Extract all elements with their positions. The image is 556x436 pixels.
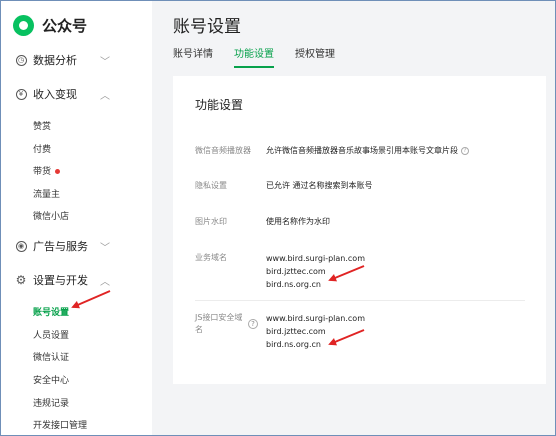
menu-group-income[interactable]: ¥ 收入变现 ︿ [0,82,152,106]
domain-item: www.bird.surgi-plan.com [266,314,365,323]
gear-icon: ⚙ [15,273,27,287]
setting-value-text: 允许微信音频播放器音乐故事场景引用本账号文章片段 [266,146,458,155]
menu-group-settings[interactable]: ⚙ 设置与开发 ︿ [0,268,152,292]
domain-item: bird.jzttec.com [266,267,326,276]
tab-authorization[interactable]: 授权管理 [295,45,335,65]
sidebar-item-account-settings[interactable]: 账号设置 [33,305,69,318]
sidebar-item-violations[interactable]: 违规记录 [33,396,69,409]
sidebar-item-traffic[interactable]: 流量主 [33,187,60,200]
panel-title: 功能设置 [195,98,244,112]
menu-group-ads[interactable]: ◉ 广告与服务 ﹀ [0,234,152,258]
compass-icon: ◉ [15,240,27,252]
sidebar-item-label: 带货 [33,167,52,177]
sidebar-item-verification[interactable]: 微信认证 [33,350,69,363]
menu-group-label: 设置与开发 [33,274,88,287]
setting-label: 图片水印 [195,217,227,226]
chevron-down-icon: ﹀ [100,56,110,68]
setting-label: 隐私设置 [195,181,227,190]
sidebar-item-staff[interactable]: 人员设置 [33,328,69,341]
sidebar-item-security[interactable]: 安全中心 [33,373,69,386]
setting-label-line: JS接口安全域 [195,313,243,322]
setting-value: 使用名称作为水印 [266,217,330,226]
setting-value: 允许微信音频播放器音乐故事场景引用本账号文章片段? [266,145,469,156]
menu-group-label: 收入变现 [33,88,77,101]
info-icon[interactable]: ? [461,146,469,155]
divider [195,300,525,301]
menu-group-label: 广告与服务 [33,240,88,253]
setting-label: 微信音频播放器 [195,146,251,155]
domain-item: bird.ns.org.cn [266,280,321,289]
domain-list: www.bird.surgi-plan.com bird.jzttec.com … [266,252,365,291]
chevron-up-icon: ︿ [100,276,110,288]
domain-item: www.bird.surgi-plan.com [266,254,365,263]
page-title: 账号设置 [173,17,241,37]
setting-label: JS接口安全域 名 [195,312,242,336]
tab-feature-settings[interactable]: 功能设置 [234,45,274,68]
notification-dot [55,169,61,174]
menu-group-label: 数据分析 [33,54,77,67]
brand-name: 公众号 [42,16,88,35]
tab-bar: 账号详情 功能设置 授权管理 [173,45,356,68]
wechat-logo-icon [13,14,34,36]
brand[interactable]: 公众号 [13,12,87,38]
domain-list: www.bird.surgi-plan.com bird.jzttec.com … [266,312,365,351]
menu-group-data-analysis[interactable]: ◷ 数据分析 ﹀ [0,48,152,72]
tab-account-details[interactable]: 账号详情 [173,45,213,65]
setting-label-line: 名 [195,325,203,334]
setting-label: 业务域名 [195,253,227,262]
clock-icon: ◷ [15,54,27,66]
domain-item: bird.ns.org.cn [266,340,321,349]
help-icon[interactable]: ? [248,319,258,329]
chevron-down-icon: ﹀ [100,242,110,254]
sidebar-item-shop[interactable]: 微信小店 [33,209,69,222]
sidebar-item-dev-api[interactable]: 开发接口管理 [33,418,87,431]
setting-value: 已允许 通过名称搜索到本账号 [266,181,373,190]
sidebar-item-reward[interactable]: 赞赏 [33,119,51,132]
sidebar: 公众号 ◷ 数据分析 ﹀ ¥ 收入变现 ︿ 赞赏 付费 带货 流量主 微信小店 … [0,0,152,436]
sidebar-item-paid[interactable]: 付费 [33,142,51,155]
income-icon: ¥ [15,88,27,100]
feature-settings-panel: 功能设置 微信音频播放器 允许微信音频播放器音乐故事场景引用本账号文章片段? 隐… [173,76,546,384]
chevron-up-icon: ︿ [100,90,110,102]
domain-item: bird.jzttec.com [266,327,326,336]
sidebar-item-selling[interactable]: 带货 [33,164,61,177]
